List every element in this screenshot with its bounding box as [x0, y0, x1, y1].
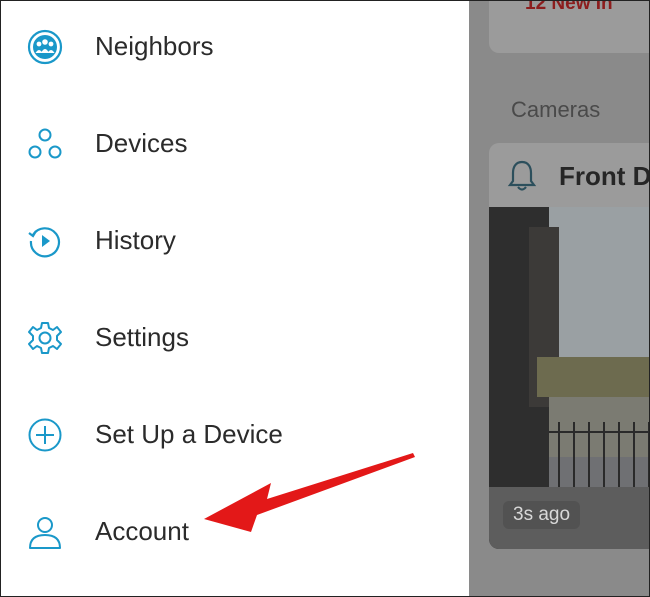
menu-label-settings: Settings — [95, 322, 189, 352]
menu-item-set-up-device[interactable]: Set Up a Device — [1, 405, 469, 465]
menu-item-account[interactable]: Account — [1, 502, 469, 562]
devices-icon — [28, 128, 62, 159]
menu-label-history: History — [95, 225, 176, 255]
navigation-drawer: Neighbors Devices History Settings Set U… — [1, 1, 469, 596]
camera-title: Front D — [559, 161, 650, 191]
camera-card-header: Front D — [489, 143, 650, 207]
neighbors-icon — [27, 29, 63, 65]
notification-card[interactable]: 12 New In — [489, 0, 649, 53]
menu-item-devices[interactable]: Devices — [1, 114, 469, 174]
menu-item-neighbors[interactable]: Neighbors — [1, 17, 469, 77]
notification-text: 12 New In — [525, 0, 613, 14]
gear-icon — [28, 322, 62, 354]
menu-label-account: Account — [95, 516, 189, 546]
history-icon — [28, 227, 61, 258]
menu-item-history[interactable]: History — [1, 211, 469, 271]
bell-icon — [507, 160, 537, 191]
camera-card[interactable]: Front D 3s ago — [489, 143, 650, 549]
menu-item-settings[interactable]: Settings — [1, 308, 469, 368]
menu-label-neighbors: Neighbors — [95, 31, 214, 61]
dashboard-background: 12 New In Cameras Front D 3s ago — [469, 1, 649, 596]
camera-live-feed[interactable] — [489, 207, 650, 549]
plus-circle-icon — [28, 418, 62, 452]
snapshot-time-badge: 3s ago — [503, 501, 581, 529]
user-icon — [29, 517, 61, 549]
menu-label-set-up-device: Set Up a Device — [95, 419, 283, 449]
menu-label-devices: Devices — [95, 128, 188, 158]
app-window: 12 New In Cameras Front D 3s ago Neighbo… — [0, 0, 650, 597]
cameras-section-label: Cameras — [511, 97, 601, 122]
